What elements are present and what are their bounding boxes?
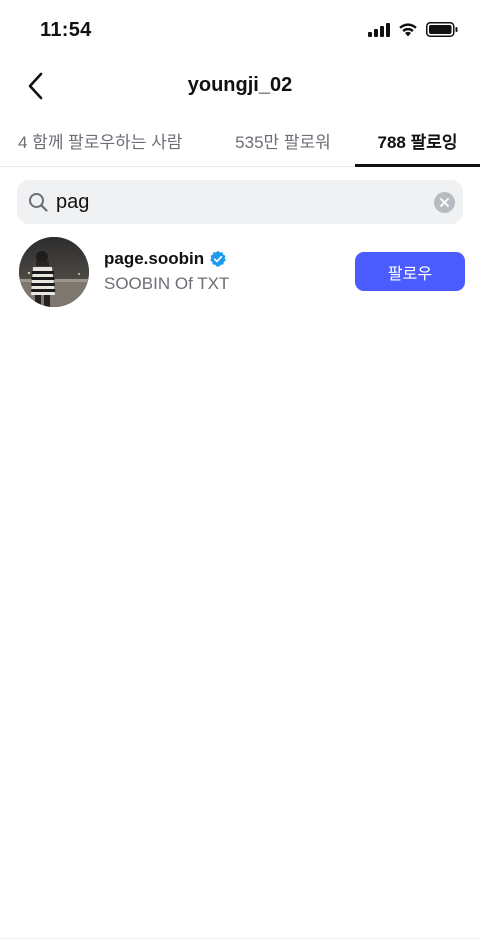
avatar-photo bbox=[19, 237, 89, 307]
bottom-divider bbox=[0, 938, 480, 939]
tab-bar: 4 함께 팔로우하는 사람 535만 팔로워 788 팔로잉 bbox=[0, 114, 480, 167]
status-icons bbox=[368, 22, 458, 37]
wifi-icon bbox=[399, 23, 417, 37]
header: youngji_02 bbox=[0, 62, 480, 110]
user-info: page.soobin SOOBIN Of TXT bbox=[104, 249, 229, 294]
page-title: youngji_02 bbox=[187, 74, 293, 96]
active-tab-indicator bbox=[355, 164, 480, 167]
battery-icon bbox=[426, 22, 458, 37]
cellular-signal-icon bbox=[368, 22, 390, 37]
follow-button[interactable]: 팔로우 bbox=[355, 252, 465, 291]
tab-following[interactable]: 788 팔로잉 bbox=[355, 114, 480, 166]
status-time: 11:54 bbox=[40, 19, 92, 41]
display-name: SOOBIN Of TXT bbox=[104, 274, 230, 293]
avatar[interactable] bbox=[19, 237, 89, 307]
tab-mutual-followers[interactable]: 4 함께 팔로우하는 사람 bbox=[18, 114, 194, 166]
username-line: page.soobin bbox=[104, 249, 229, 269]
search-icon bbox=[29, 193, 48, 212]
username[interactable]: page.soobin bbox=[104, 249, 204, 269]
app-screen: 11:54 youngji_02 4 함께 팔로우하는 사람 535만 팔로워 … bbox=[0, 0, 480, 943]
clear-icon bbox=[440, 198, 449, 207]
search-bar bbox=[17, 180, 463, 224]
verified-badge-icon bbox=[210, 250, 226, 267]
list-item[interactable]: page.soobin SOOBIN Of TXT 팔로우 bbox=[0, 236, 480, 308]
search-input[interactable] bbox=[56, 180, 416, 224]
tab-followers[interactable]: 535만 팔로워 bbox=[220, 114, 346, 166]
clear-search-button[interactable] bbox=[434, 192, 455, 213]
status-bar: 11:54 bbox=[0, 0, 480, 60]
